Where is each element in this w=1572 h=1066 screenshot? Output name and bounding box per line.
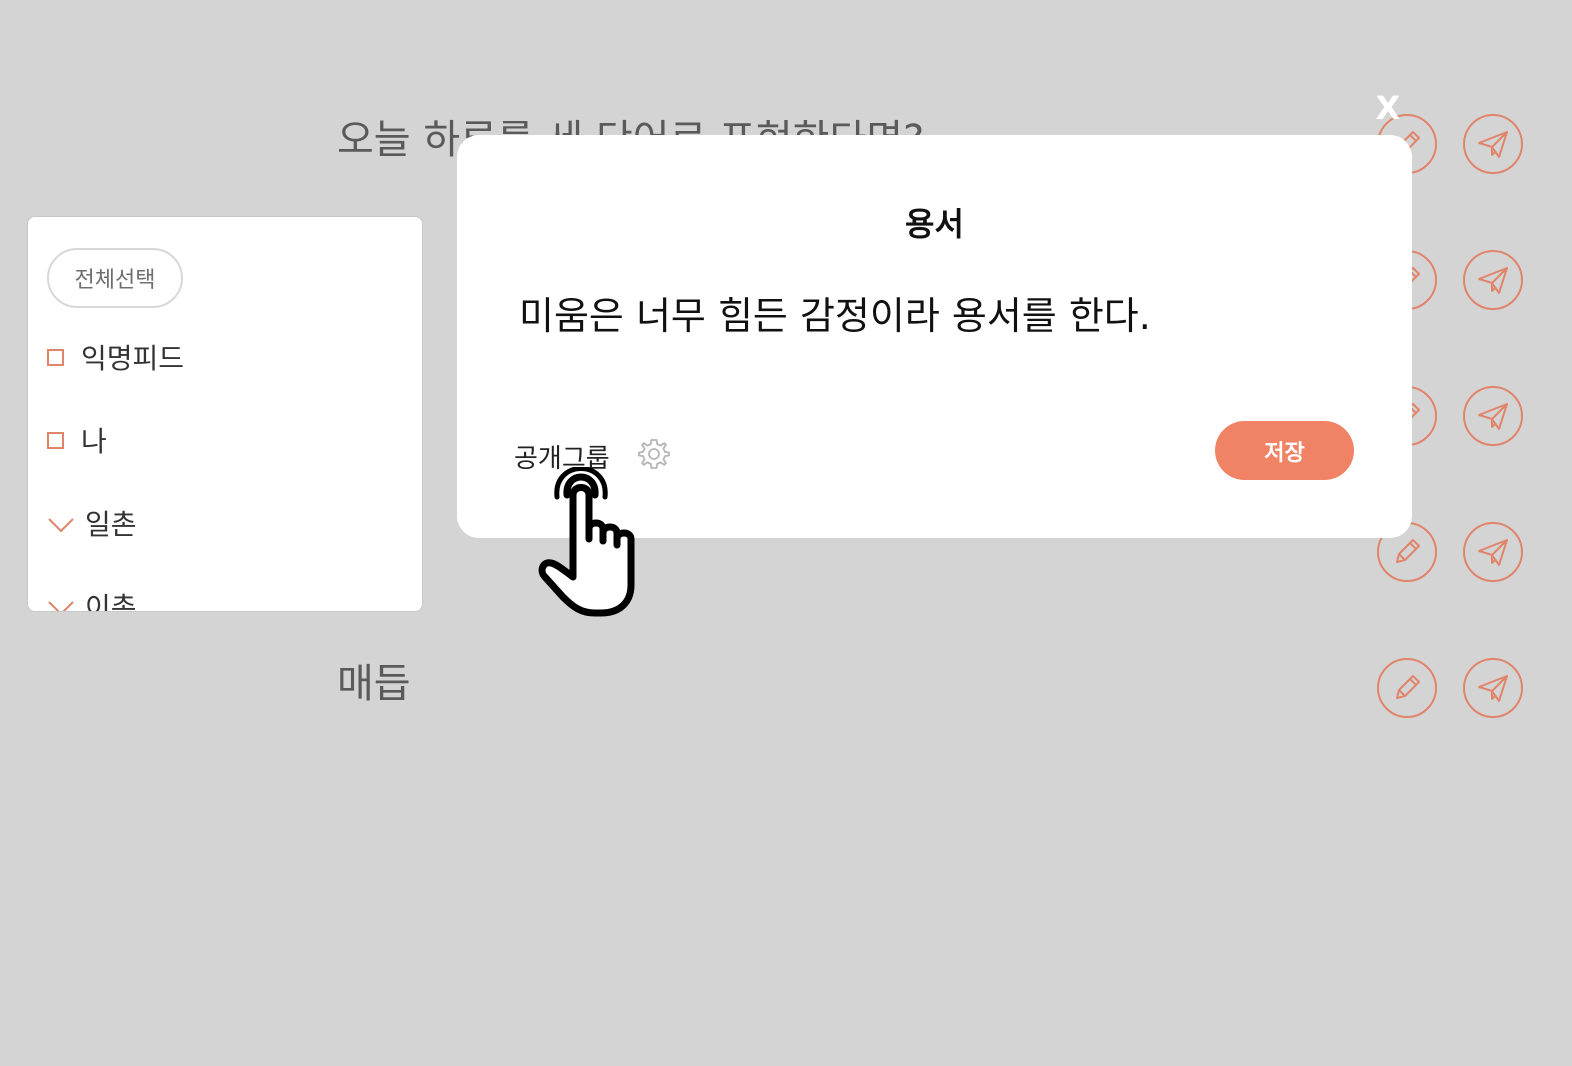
modal-title: 용서 — [905, 205, 964, 243]
save-button[interactable]: 저장 — [1215, 421, 1354, 480]
paper-plane-icon — [1478, 675, 1508, 702]
modal-body-text: 미움은 너무 힘든 감정이라 용서를 한다. — [519, 294, 1151, 338]
filter-option-label: 이촌 — [85, 591, 137, 612]
filter-option-ilchon[interactable]: 일촌 — [47, 503, 137, 543]
checkbox-unchecked-icon[interactable] — [47, 348, 64, 366]
pencil-icon — [1396, 539, 1420, 563]
select-all-button[interactable]: 전체선택 — [47, 248, 183, 308]
pencil-icon — [1396, 675, 1420, 699]
send-button-2[interactable] — [1463, 250, 1523, 310]
filter-option-ichon[interactable]: 이촌 — [47, 586, 137, 612]
filter-option-anonymous[interactable]: 익명피드 — [47, 337, 184, 377]
filter-option-label: 일촌 — [85, 508, 137, 541]
edit-button-5[interactable] — [1377, 658, 1437, 718]
send-button-5[interactable] — [1463, 658, 1523, 718]
bg-question-5[interactable]: 매듭 — [337, 660, 411, 708]
close-button[interactable]: X — [1372, 88, 1404, 128]
checkbox-unchecked-icon[interactable] — [47, 431, 64, 449]
hand-pointer-icon — [538, 467, 635, 617]
checkmark-icon[interactable] — [47, 513, 75, 533]
filter-option-me[interactable]: 나 — [47, 420, 107, 460]
filter-option-label: 나 — [81, 425, 107, 458]
checkmark-icon[interactable] — [47, 596, 75, 612]
paper-plane-icon — [1478, 131, 1508, 158]
send-button-3[interactable] — [1463, 386, 1523, 446]
send-button-1[interactable] — [1463, 114, 1523, 174]
gear-icon[interactable] — [637, 437, 671, 471]
send-button-4[interactable] — [1463, 522, 1523, 582]
paper-plane-icon — [1478, 403, 1508, 430]
group-filter-panel: 전체선택 익명피드 나 일촌 이촌 — [27, 216, 423, 612]
paper-plane-icon — [1478, 539, 1508, 566]
filter-option-label: 익명피드 — [81, 342, 185, 375]
paper-plane-icon — [1478, 267, 1508, 294]
